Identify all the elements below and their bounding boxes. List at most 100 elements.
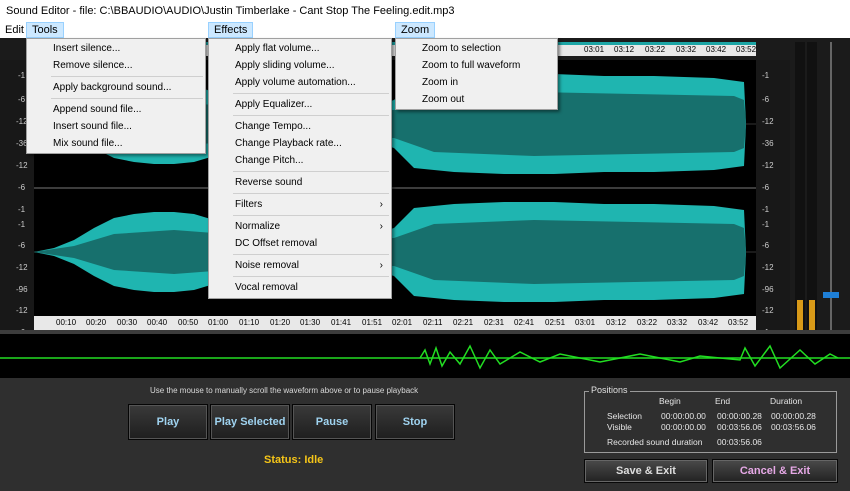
submenu-arrow-icon: › [379, 221, 383, 232]
menu-effects[interactable]: Effects [208, 22, 254, 38]
tools-insert-sound[interactable]: Insert sound file... [27, 118, 205, 135]
zoom-out[interactable]: Zoom out [396, 91, 557, 108]
menu-tools[interactable]: Tools [26, 22, 64, 38]
volume-slider-handle[interactable] [823, 292, 839, 298]
ruler-tick: 00:30 [117, 318, 138, 327]
play-button[interactable]: Play [128, 404, 208, 440]
effects-flat-volume[interactable]: Apply flat volume... [209, 40, 391, 57]
effects-volume-automation[interactable]: Apply volume automation... [209, 74, 391, 91]
scroll-hint: Use the mouse to manually scroll the wav… [150, 386, 419, 395]
ruler-tick: 01:00 [208, 318, 229, 327]
effects-normalize-label: Normalize [235, 221, 281, 232]
effects-dropdown: Apply flat volume... Apply sliding volum… [208, 38, 392, 299]
zoom-dropdown: Zoom to selection Zoom to full waveform … [395, 38, 558, 110]
ruler-tick: 02:21 [453, 318, 474, 327]
play-selected-button[interactable]: Play Selected [210, 404, 290, 440]
effects-noise-removal-label: Noise removal [235, 260, 299, 271]
effects-reverse-sound[interactable]: Reverse sound [209, 174, 391, 191]
recorded-value: 00:03:56.06 [717, 437, 762, 447]
effects-sliding-volume[interactable]: Apply sliding volume... [209, 57, 391, 74]
submenu-arrow-icon: › [379, 199, 383, 210]
ruler-tick: 03:52 [728, 318, 749, 327]
tools-insert-silence[interactable]: Insert silence... [27, 40, 205, 57]
visible-label: Visible [607, 422, 632, 432]
status-label: Status: Idle [264, 454, 324, 466]
ruler-tick: 00:50 [178, 318, 199, 327]
window-title: Sound Editor - file: C:\BBAUDIO\AUDIO\Ju… [0, 0, 850, 22]
ruler-tick: 00:20 [86, 318, 107, 327]
stop-button[interactable]: Stop [375, 404, 455, 440]
ruler-tick: 01:51 [362, 318, 383, 327]
menu-zoom[interactable]: Zoom [395, 22, 436, 38]
ruler-tick: 03:22 [637, 318, 658, 327]
visible-begin: 00:00:00.00 [661, 422, 706, 432]
menu-separator [233, 276, 389, 277]
effects-dc-offset[interactable]: DC Offset removal [209, 235, 391, 252]
ruler-tick: 01:10 [239, 318, 260, 327]
ruler-tick: 03:01 [584, 45, 605, 54]
waveform-overview[interactable] [0, 330, 850, 378]
pause-button[interactable]: Pause [292, 404, 372, 440]
col-end: End [715, 396, 731, 406]
zoom-full-waveform[interactable]: Zoom to full waveform [396, 57, 557, 74]
ruler-tick: 02:41 [514, 318, 535, 327]
ruler-tick: 03:52 [736, 45, 757, 54]
ruler-tick: 02:11 [423, 318, 443, 327]
effects-playback-rate[interactable]: Change Playback rate... [209, 135, 391, 152]
selection-end: 00:00:00.28 [717, 411, 762, 421]
ruler-tick: 02:31 [484, 318, 505, 327]
ruler-tick: 03:32 [676, 45, 697, 54]
ruler-tick: 00:40 [147, 318, 168, 327]
left-level-bar [797, 300, 803, 330]
menu-separator [233, 93, 389, 94]
zoom-in[interactable]: Zoom in [396, 74, 557, 91]
visible-duration: 00:03:56.06 [771, 422, 816, 432]
ruler-tick: 03:12 [614, 45, 635, 54]
ruler-tick: 00:10 [56, 318, 77, 327]
menu-separator [51, 76, 203, 77]
col-begin: Begin [659, 396, 681, 406]
vu-meters [795, 42, 839, 330]
menu-separator [51, 98, 203, 99]
effects-change-tempo[interactable]: Change Tempo... [209, 118, 391, 135]
menu-separator [233, 215, 389, 216]
tools-append-sound[interactable]: Append sound file... [27, 101, 205, 118]
ruler-tick: 03:22 [645, 45, 666, 54]
menu-separator [233, 171, 389, 172]
effects-noise-removal[interactable]: Noise removal › [209, 257, 391, 274]
right-level-bar [809, 300, 815, 330]
positions-group: Positions Begin End Duration Selection 0… [584, 385, 837, 453]
ruler-tick: 01:20 [270, 318, 291, 327]
control-panel: Use the mouse to manually scroll the wav… [0, 378, 850, 491]
cancel-exit-button[interactable]: Cancel & Exit [712, 459, 838, 483]
bottom-time-ruler: 00:10 00:20 00:30 00:40 00:50 01:00 01:1… [34, 316, 756, 330]
zoom-to-selection[interactable]: Zoom to selection [396, 40, 557, 57]
selection-label: Selection [607, 411, 642, 421]
save-exit-button[interactable]: Save & Exit [584, 459, 708, 483]
menu-edit[interactable]: Edit [0, 22, 29, 38]
tools-apply-background[interactable]: Apply background sound... [27, 79, 205, 96]
ruler-tick: 02:51 [545, 318, 566, 327]
effects-filters[interactable]: Filters › [209, 196, 391, 213]
selection-duration: 00:00:00.28 [771, 411, 816, 421]
ruler-tick: 03:12 [606, 318, 627, 327]
col-duration: Duration [770, 396, 803, 406]
effects-vocal-removal[interactable]: Vocal removal [209, 279, 391, 296]
tools-dropdown: Insert silence... Remove silence... Appl… [26, 38, 206, 154]
right-db-scale: -1 -6 -12 -36 -12 -6 -1 -1 -6 -12 -96 -1… [756, 60, 790, 348]
tools-mix-sound[interactable]: Mix sound file... [27, 135, 205, 152]
ruler-tick: 03:42 [706, 45, 727, 54]
ruler-tick: 03:42 [698, 318, 719, 327]
menu-separator [233, 193, 389, 194]
submenu-arrow-icon: › [379, 260, 383, 271]
ruler-tick: 01:30 [300, 318, 321, 327]
effects-equalizer[interactable]: Apply Equalizer... [209, 96, 391, 113]
tools-remove-silence[interactable]: Remove silence... [27, 57, 205, 74]
positions-legend: Positions [589, 385, 630, 395]
recorded-label: Recorded sound duration [607, 437, 703, 447]
effects-change-pitch[interactable]: Change Pitch... [209, 152, 391, 169]
ruler-tick: 01:41 [331, 318, 352, 327]
visible-end: 00:03:56.06 [717, 422, 762, 432]
menu-separator [233, 254, 389, 255]
effects-normalize[interactable]: Normalize › [209, 218, 391, 235]
